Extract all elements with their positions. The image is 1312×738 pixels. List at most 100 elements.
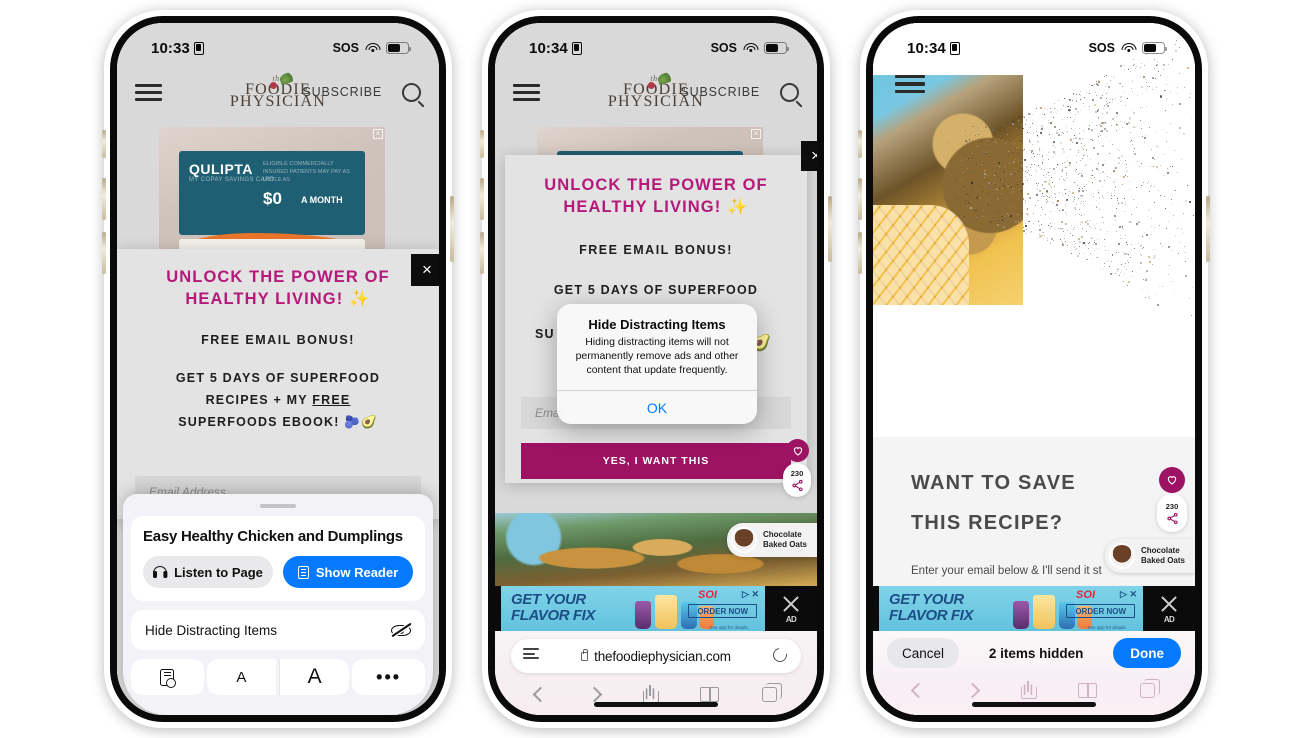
action-button[interactable] — [480, 130, 484, 158]
search-icon[interactable] — [780, 83, 799, 102]
recipe-thumbnail — [1109, 543, 1135, 569]
popup-close-button[interactable]: × — [411, 254, 439, 286]
forward-button[interactable] — [587, 686, 603, 702]
alert-message: Hiding distracting items will not perman… — [571, 335, 743, 377]
banner-line-1: GET YOUR — [511, 591, 586, 608]
volume-down-button[interactable] — [102, 232, 106, 274]
bookmarks-icon[interactable] — [700, 687, 719, 702]
wifi-icon — [365, 43, 380, 54]
volume-up-button[interactable] — [480, 178, 484, 220]
increase-text-size-button[interactable]: A — [279, 659, 349, 695]
submit-button[interactable]: YES, I WANT THIS — [521, 443, 791, 479]
save-recipe-heading: WANT TO SAVE THIS RECIPE? — [911, 463, 1076, 543]
recipe-label-line-2: Baked Oats — [763, 540, 807, 549]
popup-close-icon: × — [811, 146, 817, 166]
share-count-button[interactable]: 230 — [783, 463, 811, 497]
hide-distracting-items-label: Hide Distracting Items — [145, 623, 277, 638]
volume-down-button[interactable] — [480, 232, 484, 274]
banner-ad-headline: GET YOUR FLAVOR FIX — [511, 592, 595, 623]
banner-brand-logo: SOI — [698, 589, 717, 601]
status-bar: 10:33 SOS — [117, 23, 439, 67]
popup-body-free-link[interactable]: FREE — [312, 393, 350, 407]
hamburger-menu-icon[interactable] — [513, 84, 540, 101]
popup-body: GET 5 DAYS OF SUPERFOOD RECIPES + MY FRE… — [117, 367, 439, 434]
share-icon[interactable] — [1021, 681, 1035, 699]
ad-subtitle: MY COPAY SAVINGS CARD — [189, 177, 275, 183]
volume-down-button[interactable] — [858, 232, 862, 274]
popup-body-line-3: SUPERFOODS EBOOK! 🫐🥑 — [178, 415, 378, 429]
status-time: 10:34 — [529, 40, 568, 57]
banner-ad-creative[interactable]: GET YOUR FLAVOR FIX SOI ▷ ✕ ORDER NOW Se… — [879, 586, 1143, 631]
action-button[interactable] — [858, 130, 862, 158]
volume-up-button[interactable] — [102, 178, 106, 220]
recipe-label-line-1: Chocolate — [763, 530, 802, 539]
bookmarks-icon[interactable] — [1078, 683, 1097, 698]
tabs-icon[interactable] — [762, 687, 777, 702]
popup-close-button[interactable]: × — [801, 141, 817, 171]
sos-indicator: SOS — [1089, 41, 1115, 55]
search-icon[interactable] — [402, 83, 421, 102]
ad-claim: ELIGIBLE COMMERCIALLY INSURED PATIENTS M… — [263, 160, 357, 184]
heart-icon — [1166, 474, 1178, 486]
cancel-label: Cancel — [902, 646, 944, 661]
banner-cta-button[interactable]: ORDER NOW — [1066, 604, 1135, 618]
adchoices-icon[interactable]: ▷ ✕ — [742, 589, 759, 600]
more-options-button[interactable]: ••• — [352, 659, 425, 695]
share-icon[interactable] — [643, 685, 657, 703]
alert-body: Hide Distracting Items Hiding distractin… — [557, 304, 757, 390]
page-settings-aa-icon[interactable] — [523, 648, 539, 662]
adchoices-icon[interactable]: ▷ ✕ — [1120, 589, 1137, 600]
banner-ad-creative[interactable]: GET YOUR FLAVOR FIX SOI ▷ ✕ ORDER NOW Se… — [501, 586, 765, 631]
phone-2-bezel: the FOODIE PHYSICIAN SUBSCRIBE QULIPTA M… — [488, 16, 824, 722]
share-count-button[interactable]: 230 — [1157, 494, 1187, 532]
show-reader-button[interactable]: Show Reader — [283, 556, 413, 588]
done-button[interactable]: Done — [1113, 638, 1181, 668]
sheet-grabber[interactable] — [260, 504, 296, 509]
hamburger-menu-icon[interactable] — [895, 75, 925, 93]
hamburger-menu-icon[interactable] — [135, 84, 162, 101]
find-on-page-button[interactable] — [131, 659, 204, 695]
site-logo[interactable]: the FOODIE PHYSICIAN — [608, 75, 704, 110]
browser-toolbar: thefoodiephysician.com — [495, 631, 817, 715]
action-button[interactable] — [102, 130, 106, 158]
page-actions: Listen to Page Show Reader — [143, 556, 413, 588]
banner-ad[interactable]: GET YOUR FLAVOR FIX SOI ▷ ✕ ORDER NOW Se… — [873, 586, 1195, 631]
alert-ok-button[interactable]: OK — [557, 391, 757, 424]
power-button[interactable] — [450, 196, 454, 262]
heart-icon — [792, 445, 804, 457]
popup-close-icon: × — [422, 260, 432, 280]
recipe-widget[interactable]: Chocolate Baked Oats — [1105, 539, 1195, 573]
hide-distracting-items-row[interactable]: Hide Distracting Items — [131, 610, 425, 650]
done-label: Done — [1130, 646, 1164, 661]
recipe-widget[interactable]: Chocolate Baked Oats — [727, 523, 817, 557]
save-heart-button[interactable] — [786, 439, 809, 462]
volume-up-button[interactable] — [858, 178, 862, 220]
banner-ad[interactable]: GET YOUR FLAVOR FIX SOI ▷ ✕ ORDER NOW Se… — [495, 586, 817, 631]
back-button[interactable] — [910, 682, 926, 698]
back-button[interactable] — [532, 686, 548, 702]
close-icon — [781, 594, 801, 614]
ad-close-icon[interactable]: × — [373, 129, 383, 139]
tabs-icon[interactable] — [1140, 683, 1155, 698]
address-bar[interactable]: thefoodiephysician.com — [511, 639, 801, 673]
reload-icon[interactable] — [770, 645, 789, 664]
banner-close-button[interactable]: AD — [765, 586, 817, 631]
site-logo[interactable]: the FOODIE PHYSICIAN — [230, 75, 326, 110]
listen-to-page-button[interactable]: Listen to Page — [143, 556, 273, 588]
banner-cta-button[interactable]: ORDER NOW — [688, 604, 757, 618]
hide-items-toolbar: Cancel 2 items hidden Done — [873, 631, 1195, 715]
recipe-label-line-1: Chocolate — [1141, 546, 1180, 555]
power-button[interactable] — [828, 196, 832, 262]
popup-body-line-1: GET 5 DAYS OF SUPERFOOD — [176, 371, 380, 385]
save-heading-line-1: WANT TO SAVE — [911, 472, 1076, 494]
decrease-text-size-button[interactable]: A — [207, 659, 276, 695]
ad-close-icon[interactable]: × — [751, 129, 761, 139]
power-button[interactable] — [1206, 196, 1210, 262]
save-heart-button[interactable] — [1159, 467, 1185, 493]
page-card: Easy Healthy Chicken and Dumplings Liste… — [131, 516, 425, 601]
forward-button[interactable] — [965, 682, 981, 698]
cancel-button[interactable]: Cancel — [887, 638, 959, 668]
banner-close-button[interactable]: AD — [1143, 586, 1195, 631]
status-left: 10:34 — [529, 40, 582, 57]
screenshot-stage: the FOODIE PHYSICIAN SUBSCRIBE QULIPTA M… — [0, 0, 1312, 738]
